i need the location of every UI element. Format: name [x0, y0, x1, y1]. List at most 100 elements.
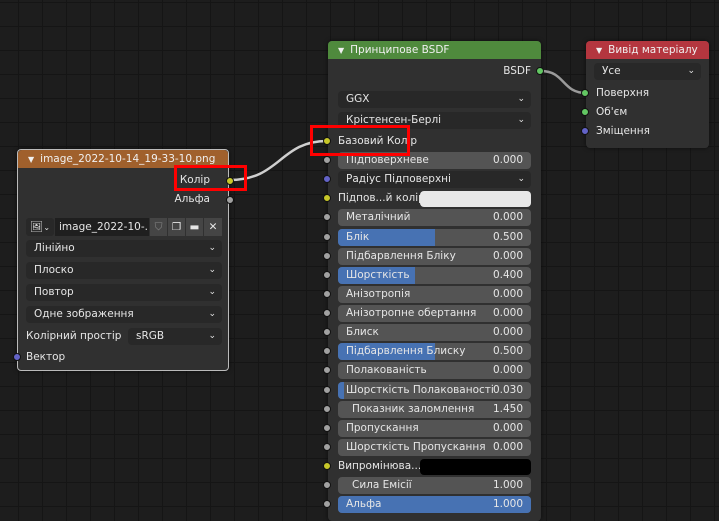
- colorspace-dropdown[interactable]: sRGB ⌄: [128, 328, 222, 345]
- input-9-slider[interactable]: Шорсткість 0.400: [338, 266, 531, 284]
- input-13-slider[interactable]: Підбарвлення Блиску 0.500: [338, 343, 531, 361]
- dropdown-value: GGX: [346, 93, 370, 105]
- field-label: Підбарвлення Бліку: [346, 249, 456, 262]
- color-swatch[interactable]: [420, 459, 531, 476]
- input-20-socket[interactable]: [323, 481, 331, 490]
- target-dropdown[interactable]: Усе ⌄: [594, 63, 701, 80]
- input-21-slider[interactable]: Альфа 1.000: [338, 496, 531, 514]
- image-name-field[interactable]: image_2022-10-...: [55, 218, 149, 236]
- input-surface-socket[interactable]: [581, 89, 589, 97]
- output-alpha-label: Альфа: [174, 193, 211, 205]
- input-10-slider[interactable]: Анізотропія 0.000: [338, 285, 531, 303]
- input-5-socket[interactable]: [323, 194, 331, 203]
- highlight-color-output: [174, 165, 247, 191]
- node-title: Принципове BSDF: [350, 44, 450, 56]
- input-14-slider[interactable]: Полакованість 0.000: [338, 362, 531, 380]
- duplicate-icon[interactable]: ❐: [168, 218, 185, 236]
- input-21-socket[interactable]: [323, 500, 331, 509]
- field-value: 0.000: [492, 154, 523, 166]
- color-label: Випромінюва...: [338, 460, 422, 473]
- collapse-icon[interactable]: ▼: [28, 155, 34, 164]
- field-label: Блиск: [346, 326, 379, 339]
- input-8-socket[interactable]: [323, 251, 331, 260]
- input-15-socket[interactable]: [323, 385, 331, 394]
- input-vector-label: Вектор: [26, 351, 66, 363]
- field-value: 1.000: [492, 479, 523, 492]
- output-alpha-socket[interactable]: [226, 196, 234, 204]
- field-value: 0.000: [492, 211, 523, 224]
- input-6-socket[interactable]: [323, 213, 331, 222]
- input-8-slider[interactable]: Підбарвлення Бліку 0.000: [338, 247, 531, 265]
- input-12-socket[interactable]: [323, 328, 331, 337]
- collapse-icon[interactable]: ▼: [338, 46, 344, 55]
- dropdown-value: Повтор: [34, 286, 74, 298]
- dropdown-value: Радіус Підповерхні: [346, 173, 451, 186]
- source-dropdown[interactable]: Одне зображення ⌄: [26, 306, 222, 323]
- projection-dropdown[interactable]: Плоско ⌄: [26, 262, 222, 279]
- input-18-socket[interactable]: [323, 442, 331, 451]
- extension-dropdown[interactable]: Повтор ⌄: [26, 284, 222, 301]
- input-11-socket[interactable]: [323, 309, 331, 318]
- fake-user-shield-icon[interactable]: ⛉: [150, 218, 167, 236]
- highlight-base-color: [310, 125, 410, 156]
- input-19-socket[interactable]: [323, 462, 331, 471]
- input-7-slider[interactable]: Блік 0.500: [338, 228, 531, 246]
- field-value: 0.000: [492, 440, 523, 453]
- input-7-socket[interactable]: [323, 232, 331, 241]
- input-19-color-row: Випромінюва...: [338, 458, 531, 476]
- input-9-socket[interactable]: [323, 270, 331, 279]
- input-17-slider[interactable]: Пропускання 0.000: [338, 419, 531, 437]
- image-browse-button[interactable]: 🖼⌄: [26, 218, 54, 236]
- input-15-slider[interactable]: Шорсткість Полакованості 0.030: [338, 381, 531, 399]
- field-label: Анізотропне обертання: [346, 307, 477, 320]
- output-bsdf-socket[interactable]: [536, 67, 544, 75]
- input-6-slider[interactable]: Металічний 0.000: [338, 209, 531, 227]
- input-14-socket[interactable]: [323, 366, 331, 375]
- chevron-down-icon: ⌄: [517, 115, 525, 125]
- field-value: 1.450: [492, 402, 523, 415]
- input-0-dropdown[interactable]: GGX ⌄: [338, 91, 531, 108]
- input-4-dropdown[interactable]: Радіус Підповерхні ⌄: [338, 171, 531, 189]
- input-18-slider[interactable]: Шорсткість Пропускання 0.000: [338, 438, 531, 456]
- chevron-down-icon: ⌄: [687, 66, 695, 76]
- node-title: Вивід матеріалу: [608, 44, 698, 56]
- node-header[interactable]: ▼ Вивід матеріалу: [586, 41, 709, 59]
- field-value: 0.000: [492, 249, 523, 262]
- chevron-down-icon: ⌄: [208, 331, 216, 341]
- input-vector-socket[interactable]: [13, 353, 21, 361]
- field-label: Шорсткість Пропускання: [346, 440, 486, 453]
- node-header[interactable]: ▼ Принципове BSDF: [328, 41, 541, 59]
- input-16-number-field[interactable]: Показник заломлення 1.450: [338, 400, 531, 418]
- dropdown-value: sRGB: [136, 330, 165, 342]
- field-value: 0.000: [492, 364, 523, 377]
- input-11-slider[interactable]: Анізотропне обертання 0.000: [338, 305, 531, 323]
- field-label: Блік: [346, 230, 370, 243]
- input-displacement-socket[interactable]: [581, 127, 589, 135]
- field-label: Шорсткість: [346, 268, 410, 281]
- input-13-socket[interactable]: [323, 347, 331, 356]
- field-value: 0.000: [492, 287, 523, 300]
- input-20-number-field[interactable]: Сила Емісії 1.000: [338, 477, 531, 495]
- slider-fill: [338, 381, 344, 399]
- unlink-close-icon[interactable]: ✕: [204, 218, 222, 236]
- material-output-node[interactable]: ▼ Вивід матеріалу Усе ⌄ Поверхня Об'єм Змі…: [581, 41, 709, 148]
- input-3-socket[interactable]: [323, 156, 331, 164]
- field-value: 0.500: [492, 230, 523, 243]
- input-volume-socket[interactable]: [581, 108, 589, 116]
- field-value: 0.400: [492, 268, 523, 281]
- output-bsdf-label: BSDF: [503, 65, 531, 77]
- input-4-socket[interactable]: [323, 175, 331, 184]
- open-folder-icon[interactable]: ▬: [186, 218, 203, 236]
- input-17-socket[interactable]: [323, 423, 331, 432]
- input-5-color-row: Підпов...й колір: [338, 190, 531, 208]
- input-10-socket[interactable]: [323, 289, 331, 298]
- node-title: image_2022-10-14_19-33-10.png: [40, 153, 216, 165]
- field-value: 0.500: [492, 345, 523, 358]
- input-12-slider[interactable]: Блиск 0.000: [338, 324, 531, 342]
- interpolation-dropdown[interactable]: Лінійно ⌄: [26, 240, 222, 257]
- principled-bsdf-node[interactable]: ▼ Принципове BSDF BSDF GGX ⌄ Крістенсен-Бер…: [323, 41, 544, 521]
- input-16-socket[interactable]: [323, 404, 331, 413]
- color-swatch[interactable]: [420, 191, 531, 208]
- colorspace-label: Колірний простір: [26, 330, 122, 342]
- collapse-icon[interactable]: ▼: [596, 46, 602, 55]
